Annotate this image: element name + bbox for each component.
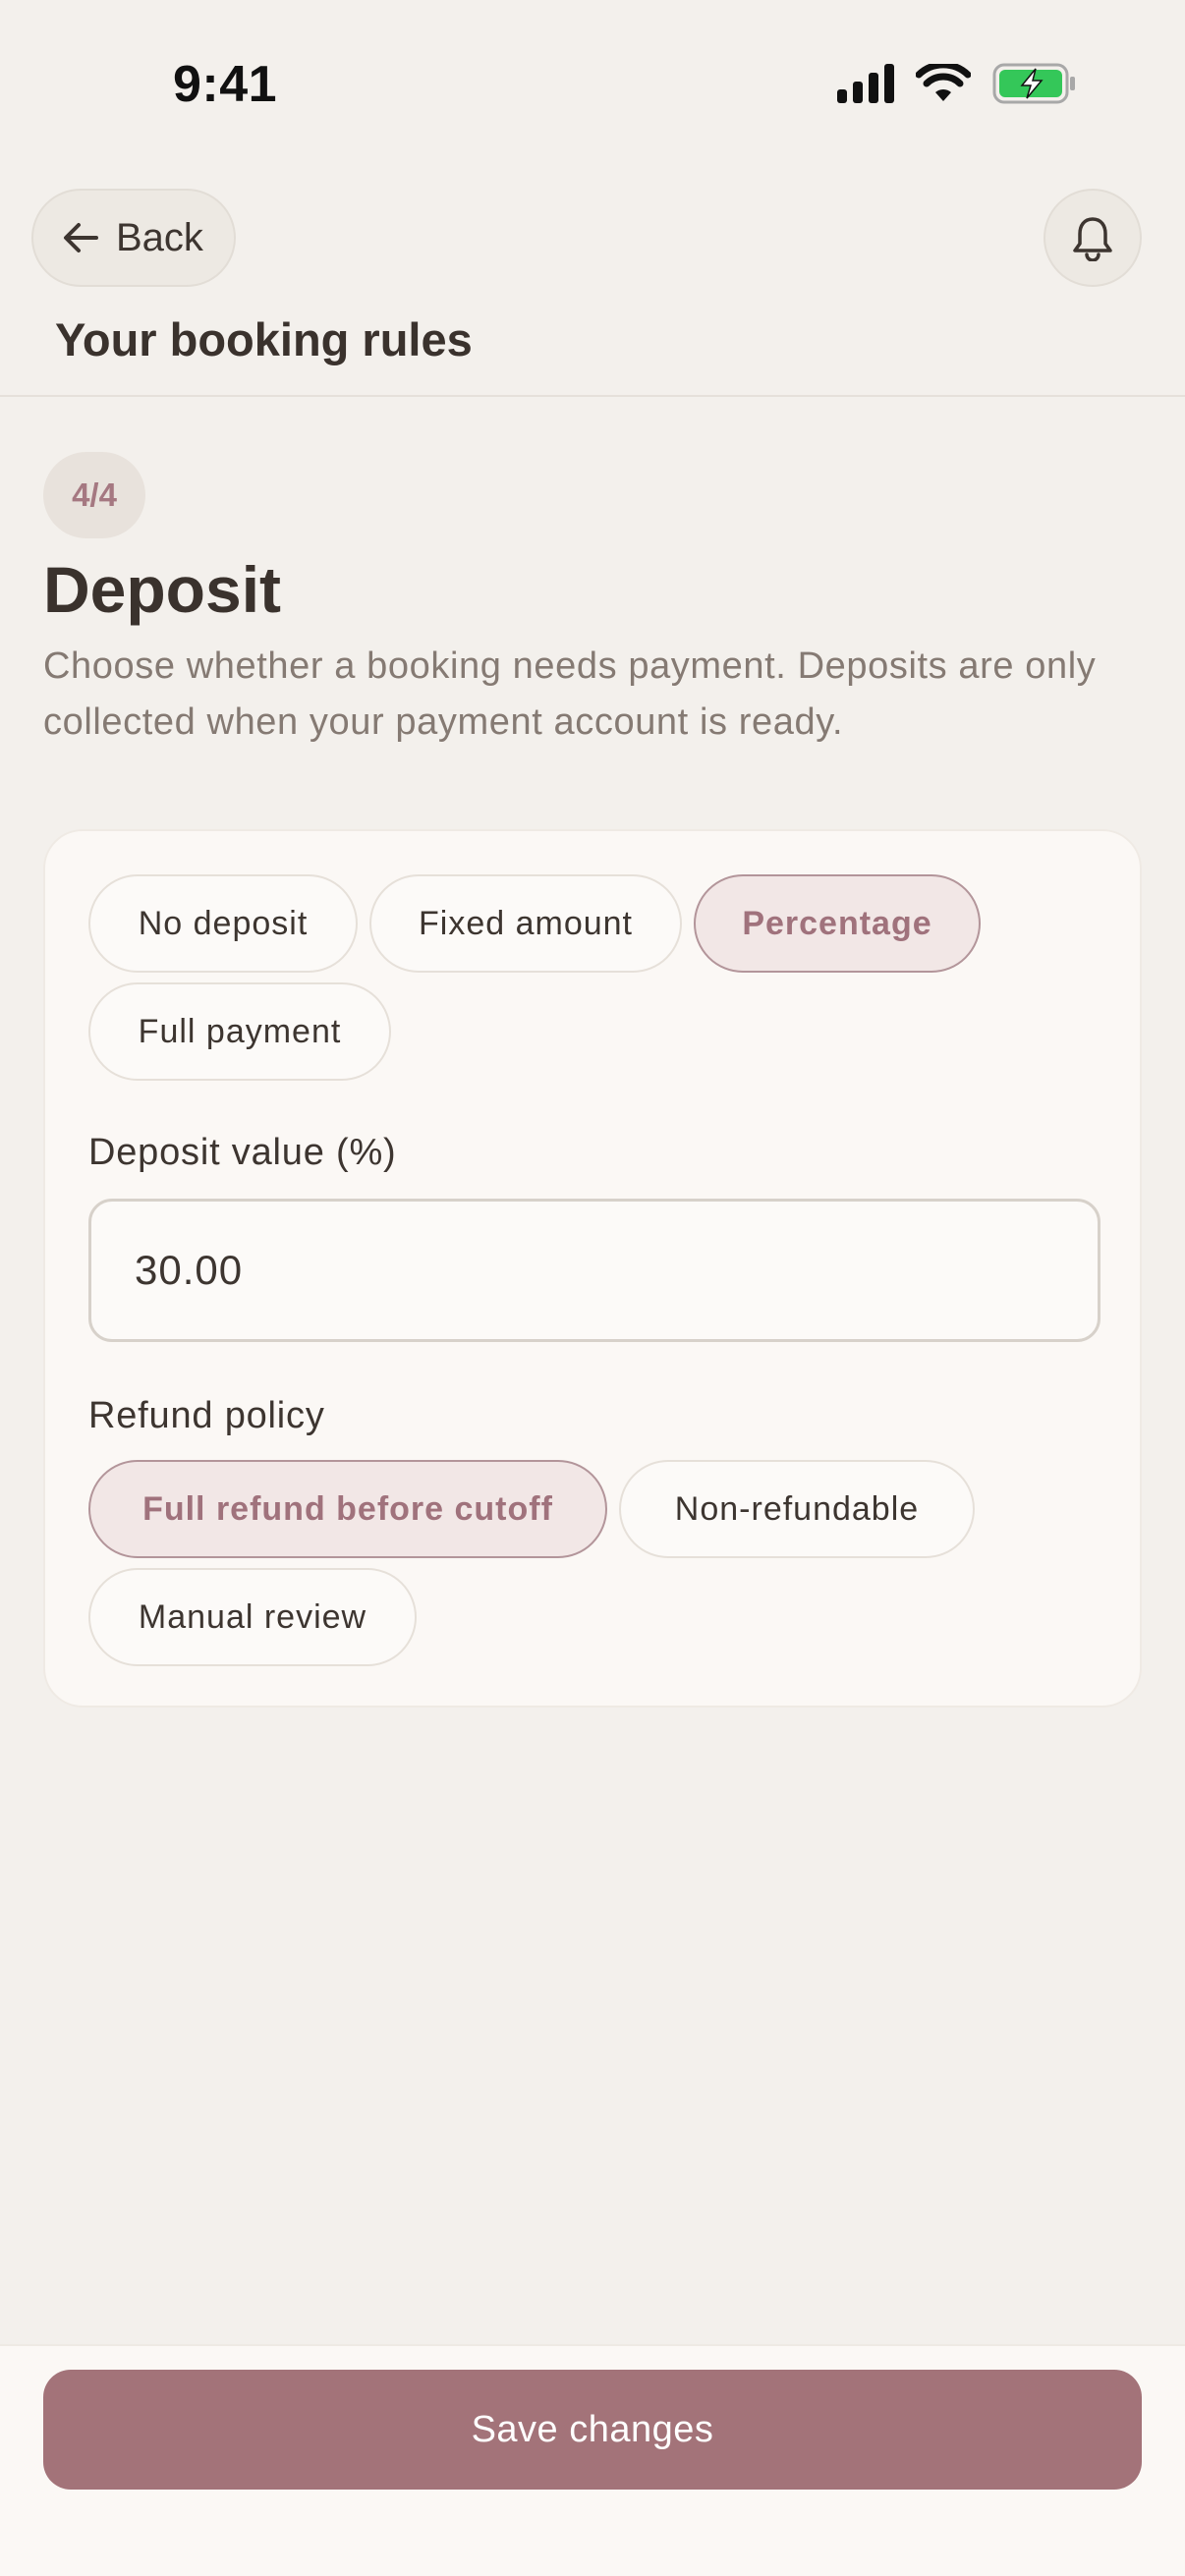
- section-title: Deposit: [43, 553, 282, 626]
- footer-bar: Save changes: [0, 2344, 1185, 2576]
- deposit-value-label: Deposit value (%): [88, 1132, 397, 1173]
- status-icons: [837, 63, 1077, 104]
- page-title: Your booking rules: [55, 313, 473, 365]
- section-description: Choose whether a booking needs payment. …: [43, 645, 1097, 743]
- deposit-settings-card: No deposit Fixed amount Percentage Full …: [43, 829, 1142, 1708]
- header-divider: [0, 395, 1185, 397]
- status-time: 9:41: [173, 56, 278, 113]
- refund-option-manual-review[interactable]: Manual review: [88, 1568, 417, 1666]
- arrow-left-icon: [64, 223, 98, 252]
- back-button-label: Back: [116, 215, 203, 259]
- notifications-button[interactable]: [1044, 189, 1142, 287]
- refund-option-non-refundable[interactable]: Non-refundable: [619, 1460, 975, 1558]
- refund-option-full-refund[interactable]: Full refund before cutoff: [88, 1460, 607, 1558]
- bell-icon: [1073, 217, 1112, 261]
- back-button[interactable]: Back: [31, 189, 236, 287]
- status-bar: 9:41: [0, 0, 1185, 147]
- deposit-value-input[interactable]: [88, 1199, 1100, 1342]
- step-badge: 4/4: [43, 452, 145, 538]
- deposit-option-fixed-amount[interactable]: Fixed amount: [369, 874, 682, 973]
- deposit-option-percentage[interactable]: Percentage: [694, 874, 981, 973]
- refund-policy-label: Refund policy: [88, 1395, 325, 1436]
- battery-charging-icon: [992, 63, 1075, 104]
- cellular-signal-icon: [837, 64, 894, 103]
- wifi-icon: [916, 64, 971, 101]
- save-changes-button[interactable]: Save changes: [43, 2370, 1142, 2490]
- deposit-option-no-deposit[interactable]: No deposit: [88, 874, 358, 973]
- deposit-option-full-payment[interactable]: Full payment: [88, 982, 391, 1081]
